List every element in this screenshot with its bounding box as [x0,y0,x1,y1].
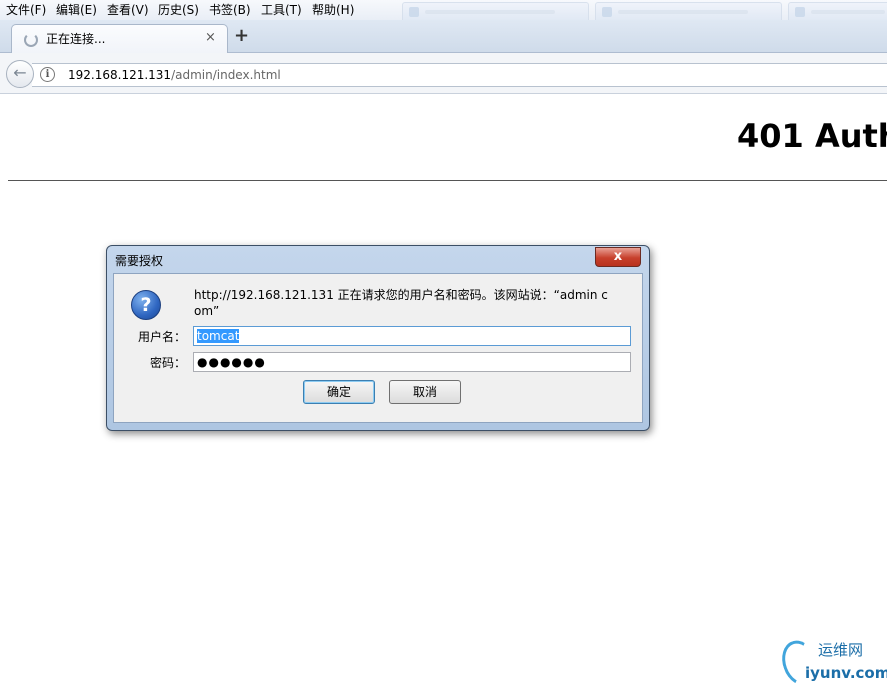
site-info-icon[interactable]: i [40,67,55,82]
tab-strip: 正在连接... × + [0,20,887,53]
tab-title: 正在连接... [46,32,106,46]
navigation-bar: i 192.168.121.131/admin/index.html ← [0,53,887,94]
menu-history[interactable]: 历史(S) [158,2,199,18]
blurred-tab-title [425,10,555,14]
question-icon: ? [131,290,161,320]
blurred-tab-title [811,10,885,14]
url-host: 192.168.121.131 [68,68,172,82]
active-tab[interactable]: 正在连接... × [11,24,228,53]
tab-close-icon[interactable]: × [205,30,216,46]
new-tab-button[interactable]: + [234,27,249,45]
watermark-text: 运维网 [818,641,864,659]
dialog-close-button[interactable]: x [595,247,641,267]
back-button[interactable]: ← [6,60,34,88]
dialog-title: 需要授权 [115,254,164,268]
url-text[interactable]: 192.168.121.131/admin/index.html [68,67,281,83]
menu-help[interactable]: 帮助(H) [312,2,354,18]
close-icon: x [613,249,623,264]
menu-edit[interactable]: 编辑(E) [56,2,97,18]
cancel-button[interactable]: 取消 [389,380,461,404]
tab-favicon-icon [602,7,612,17]
horizontal-rule [8,180,887,181]
background-tab[interactable] [595,2,782,21]
page-title: 401 Autho [737,117,887,155]
url-path: /admin/index.html [171,68,281,82]
blurred-tab-title [618,10,748,14]
password-value: ●●●●●● [197,355,266,369]
auth-dialog: 需要授权 x ? http://192.168.121.131 正在请求您的用户… [106,245,650,431]
back-arrow-icon: ← [13,63,27,82]
menu-file[interactable]: 文件(F) [6,2,46,18]
tab-favicon-icon [409,7,419,17]
menu-bookmarks[interactable]: 书签(B) [209,2,251,18]
password-field[interactable]: ●●●●●● [193,352,631,372]
username-label: 用户名： [137,330,186,344]
password-label: 密码： [149,356,186,370]
dialog-body: ? http://192.168.121.131 正在请求您的用户名和密码。该网… [113,273,643,423]
ok-button[interactable]: 确定 [303,380,375,404]
url-bar[interactable]: i 192.168.121.131/admin/index.html [32,63,887,87]
background-tab[interactable] [788,2,887,21]
loading-spinner-icon [24,33,38,47]
username-value: tomcat [197,329,240,343]
menu-tools[interactable]: 工具(T) [261,2,302,18]
watermark-domain: iyunv.com [805,664,887,682]
menu-view[interactable]: 查看(V) [107,2,149,18]
menu-bar: 文件(F) 编辑(E) 查看(V) 历史(S) 书签(B) 工具(T) 帮助(H… [0,0,887,21]
dialog-message: http://192.168.121.131 正在请求您的用户名和密码。该网站说… [194,288,608,318]
background-tab[interactable] [402,2,589,21]
username-field[interactable]: tomcat [193,326,631,346]
tab-favicon-icon [795,7,805,17]
